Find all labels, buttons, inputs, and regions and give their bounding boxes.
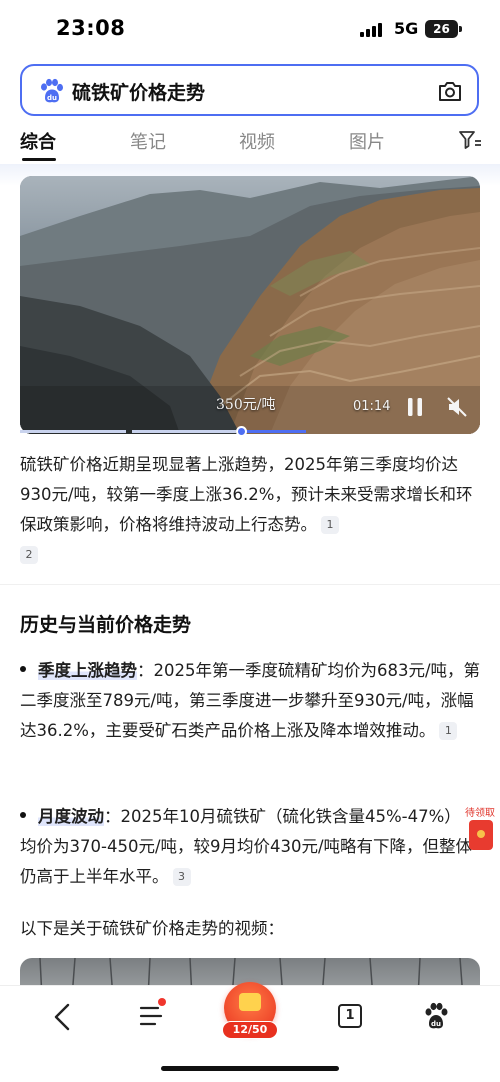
section-heading: 历史与当前价格走势	[20, 614, 192, 636]
video-intro: 以下是关于硫铁矿价格走势的视频：	[20, 919, 284, 938]
video-player[interactable]: 350元/吨 01:14	[20, 176, 480, 434]
svg-text:du: du	[431, 1020, 441, 1028]
search-input[interactable]: 硫铁矿价格走势	[72, 78, 205, 105]
baidu-paw-icon: du	[41, 78, 63, 103]
bullet-keyword[interactable]: 月度波动	[38, 807, 104, 826]
bullet-dot	[20, 812, 26, 818]
home-indicator[interactable]	[161, 1066, 339, 1071]
pause-icon[interactable]	[405, 396, 425, 418]
red-packet-label: 待领取	[465, 808, 495, 819]
progress-segment	[132, 430, 236, 433]
citation-badge[interactable]: 1	[321, 516, 339, 534]
citation-badge[interactable]: 1	[439, 722, 458, 740]
battery-icon: 26	[425, 20, 458, 38]
back-icon[interactable]	[50, 1002, 74, 1032]
progress-fill	[242, 430, 306, 433]
active-tab-indicator	[22, 158, 56, 161]
signal-icon	[360, 23, 384, 37]
svg-text:du: du	[47, 94, 57, 102]
summary-text: 硫铁矿价格近期呈现显著上涨趋势，2025年第三季度均价达930元/吨，较第一季度…	[20, 455, 473, 534]
bottom-nav: 12/50 1 du	[0, 982, 500, 1082]
reward-count: 12/50	[222, 1021, 278, 1039]
list-item: 季度上涨趋势：2025年第一季度硫精矿均价为683元/吨，第二季度涨至789元/…	[20, 656, 482, 746]
battery-tip	[459, 26, 462, 32]
answer-summary: 硫铁矿价格近期呈现显著上涨趋势，2025年第三季度均价达930元/吨，较第一季度…	[20, 450, 482, 570]
tab-notes[interactable]: 笔记	[130, 128, 166, 154]
video-duration: 01:14	[353, 399, 391, 414]
red-packet-widget[interactable]: 待领取	[460, 804, 500, 856]
citation-badge[interactable]: 3	[172, 868, 191, 886]
search-box[interactable]: du 硫铁矿价格走势	[20, 64, 479, 116]
status-bar: 23:08 5G 26	[0, 0, 500, 58]
bullet-keyword[interactable]: 季度上涨趋势	[38, 661, 137, 680]
tab-videos[interactable]: 视频	[239, 128, 275, 154]
baidu-home-icon[interactable]: du	[423, 1002, 449, 1030]
red-envelope-icon	[469, 820, 493, 850]
camera-icon[interactable]	[437, 79, 463, 103]
progress-segment	[20, 430, 126, 433]
menu-icon[interactable]	[138, 1002, 166, 1030]
network-type: 5G	[394, 19, 419, 38]
citation-badge[interactable]: 2	[20, 546, 38, 564]
notification-dot	[158, 998, 166, 1006]
mute-icon[interactable]	[446, 395, 468, 419]
filter-icon[interactable]	[458, 130, 482, 150]
status-time: 23:08	[56, 16, 126, 40]
tab-comprehensive[interactable]: 综合	[20, 128, 56, 154]
progress-handle[interactable]	[236, 426, 247, 437]
tabs-count-button[interactable]: 1	[338, 1004, 362, 1028]
video-progress[interactable]	[20, 426, 480, 437]
search-tabs: 综合 笔记 视频 图片	[0, 122, 500, 164]
video-caption: 350元/吨	[216, 397, 276, 413]
bullet-dot	[20, 666, 26, 672]
gift-icon	[239, 993, 261, 1011]
list-item: 月度波动：2025年10月硫铁矿（硫化铁含量45%-47%）均价为370-450…	[20, 802, 476, 892]
section-divider	[0, 584, 500, 585]
tab-images[interactable]: 图片	[349, 128, 385, 154]
